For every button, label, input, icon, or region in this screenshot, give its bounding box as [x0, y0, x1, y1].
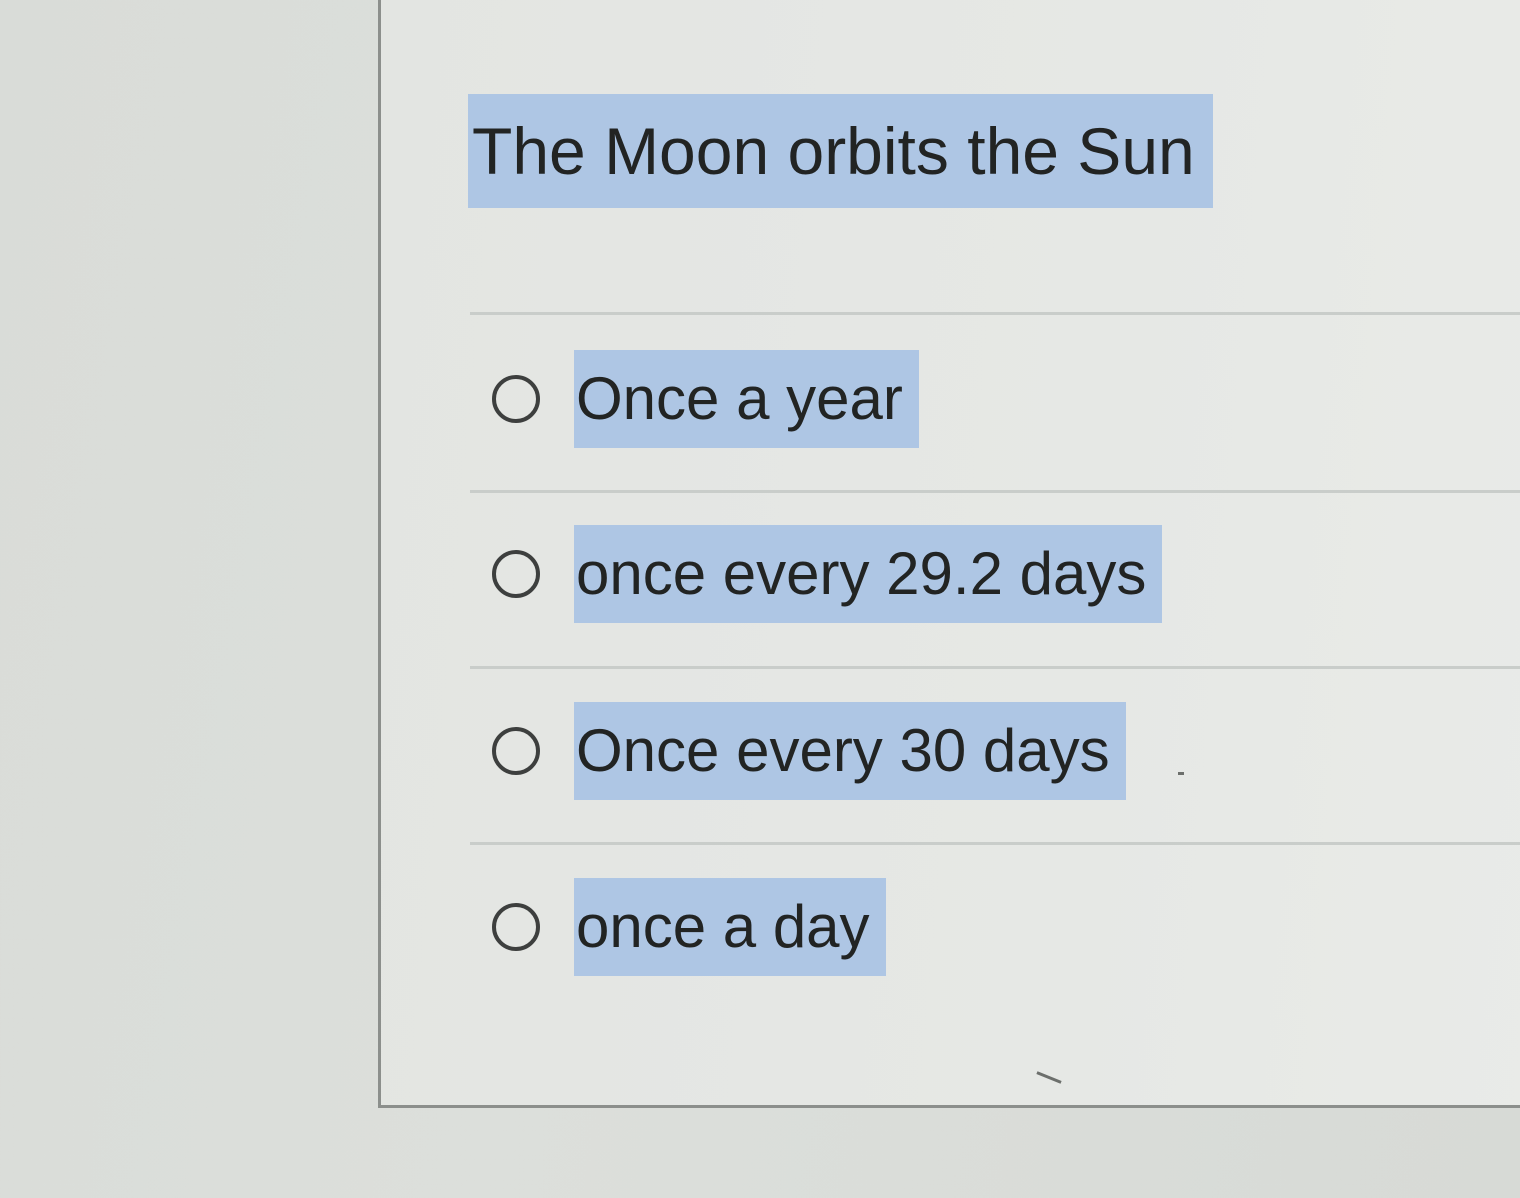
screen-speck — [1178, 772, 1184, 775]
answer-option-once-every-30-days[interactable]: Once every 30 days — [492, 702, 1126, 800]
divider — [470, 666, 1520, 669]
divider — [470, 842, 1520, 845]
answer-label[interactable]: once every 29.2 days — [574, 525, 1163, 623]
answer-option-once-a-day[interactable]: once a day — [492, 878, 886, 976]
radio-button[interactable] — [492, 550, 540, 598]
question-text: The Moon orbits the Sun — [468, 94, 1213, 208]
radio-button[interactable] — [492, 375, 540, 423]
divider — [470, 490, 1520, 493]
answer-option-once-every-29-2-days[interactable]: once every 29.2 days — [492, 525, 1163, 623]
radio-button[interactable] — [492, 903, 540, 951]
answer-label[interactable]: Once a year — [574, 350, 919, 448]
answer-label[interactable]: Once every 30 days — [574, 702, 1126, 800]
answer-label[interactable]: once a day — [574, 878, 886, 976]
answer-option-once-a-year[interactable]: Once a year — [492, 350, 919, 448]
divider — [470, 312, 1520, 315]
radio-button[interactable] — [492, 727, 540, 775]
